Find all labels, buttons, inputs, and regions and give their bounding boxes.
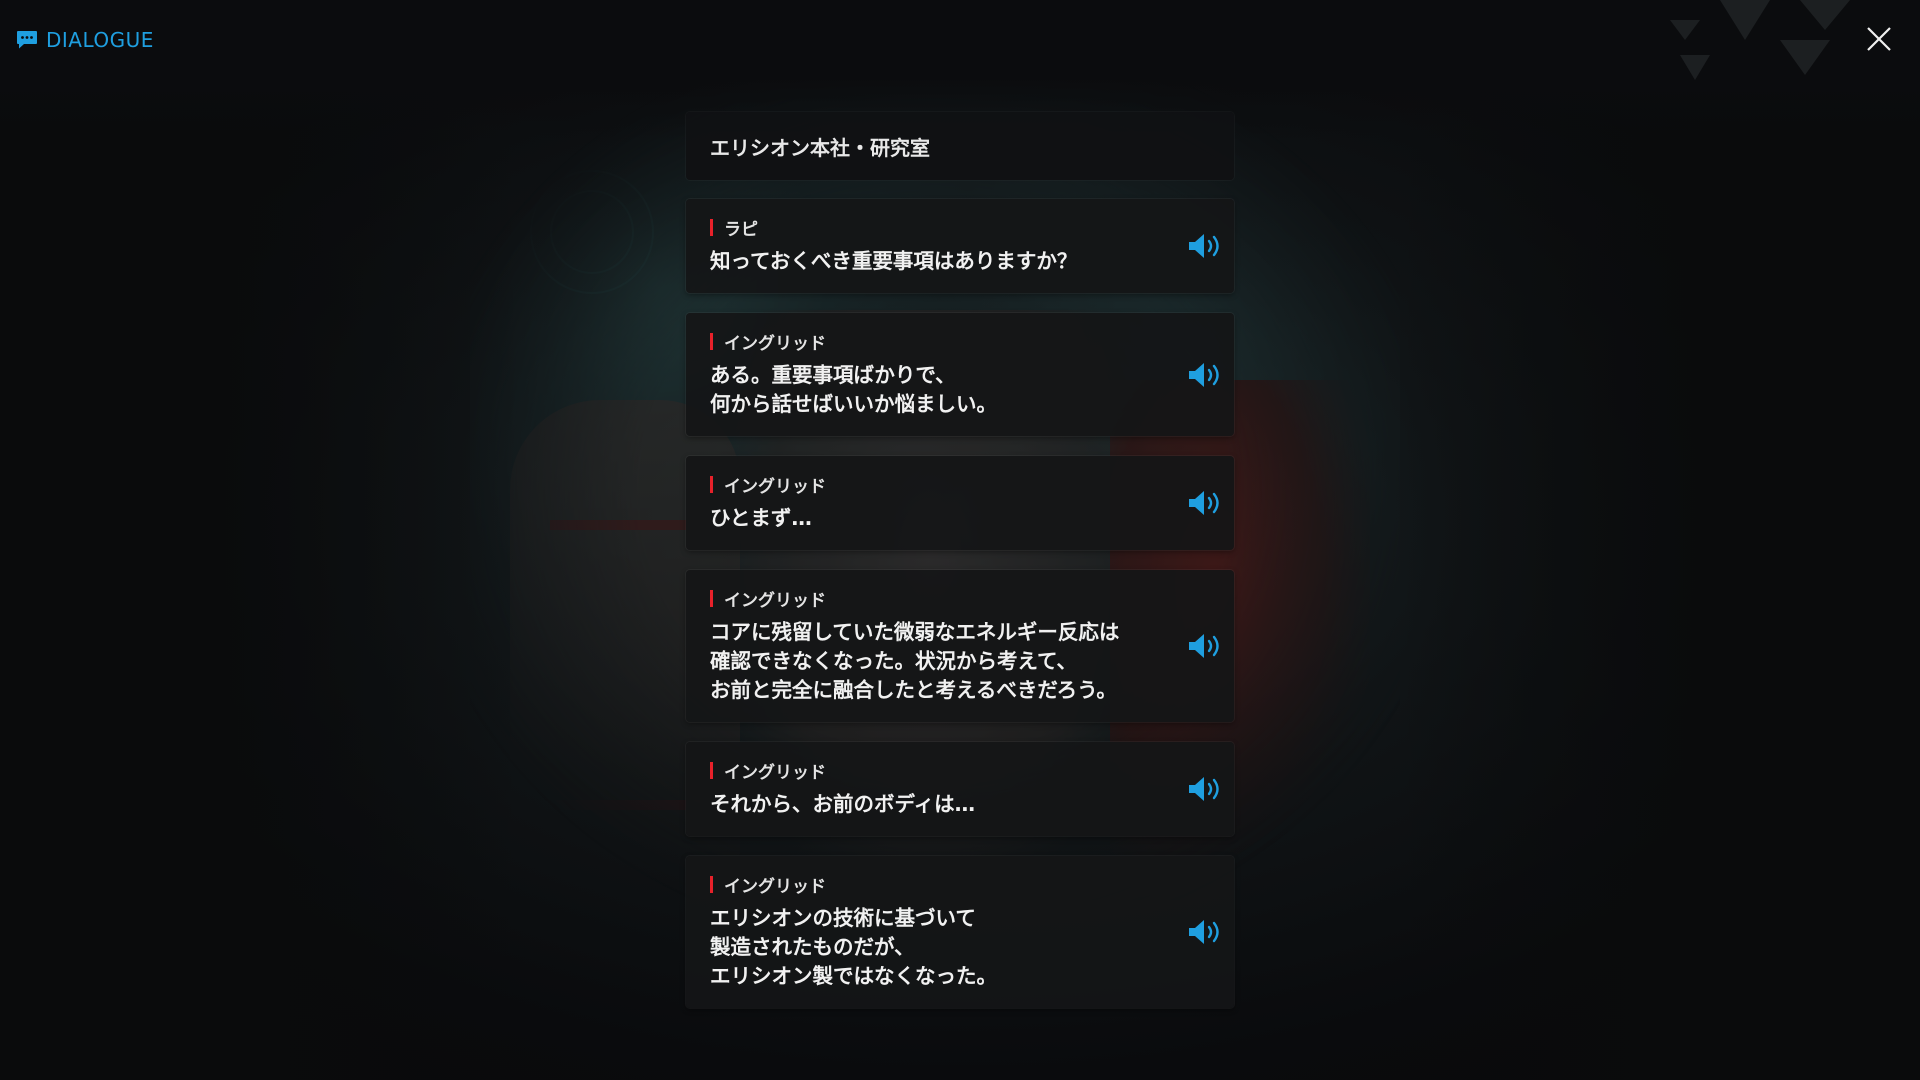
close-icon[interactable] [1864, 24, 1894, 54]
speaker-icon[interactable] [1186, 917, 1224, 947]
speaker-icon[interactable] [1186, 231, 1224, 261]
corner-decoration [1670, 0, 1850, 80]
dialogue-log[interactable]: エリシオン本社・研究室 ラピ 知っておくべき重要事項はありますか？ イングリッド… [686, 112, 1234, 1028]
speaker-name: イングリッド [710, 330, 1154, 354]
speaker-label: イングリッド [724, 333, 826, 354]
dialogue-text: それから、お前のボディは… [710, 792, 976, 816]
speaker-label: イングリッド [724, 476, 826, 497]
speaker-icon[interactable] [1186, 631, 1224, 661]
dialogue-entry: イングリッド エリシオンの技術に基づいて 製造されたものだが、 エリシオン製では… [686, 856, 1234, 1008]
dialogue-entry: イングリッド ある。重要事項ばかりで、 何から話せばいいか悩ましい。 [686, 313, 1234, 436]
speaker-name: イングリッド [710, 473, 1154, 497]
speaker-label: イングリッド [724, 590, 826, 611]
dialogue-entry: ラピ 知っておくべき重要事項はありますか？ [686, 199, 1234, 293]
dialogue-text: ひとまず… [710, 506, 812, 530]
chat-bubble-icon [17, 31, 37, 49]
speaker-name: イングリッド [710, 587, 1154, 611]
dialogue-text: エリシオンの技術に基づいて 製造されたものだが、 エリシオン製ではなくなった。 [710, 906, 997, 988]
dialogue-text: 知っておくべき重要事項はありますか？ [710, 249, 1078, 273]
speaker-name: イングリッド [710, 759, 1154, 783]
speaker-name: イングリッド [710, 873, 1154, 897]
speaker-marker [710, 589, 713, 607]
dialogue-entry: イングリッド ひとまず… [686, 456, 1234, 550]
dialogue-text: コアに残留していた微弱なエネルギー反応は 確認できなくなった。状況から考えて、 … [710, 620, 1120, 702]
speaker-marker [710, 475, 713, 493]
dialogue-text: ある。重要事項ばかりで、 何から話せばいいか悩ましい。 [710, 363, 997, 416]
dialogue-entry: イングリッド それから、お前のボディは… [686, 742, 1234, 836]
speaker-icon[interactable] [1186, 360, 1224, 390]
speaker-marker [710, 218, 713, 236]
speaker-label: ラピ [724, 219, 758, 240]
dialogue-entry: イングリッド コアに残留していた微弱なエネルギー反応は 確認できなくなった。状況… [686, 570, 1234, 722]
dialogue-header: DIALOGUE [16, 28, 154, 52]
speaker-marker [710, 761, 713, 779]
speaker-icon[interactable] [1186, 488, 1224, 518]
speaker-marker [710, 875, 713, 893]
speaker-name: ラピ [710, 216, 1154, 240]
location-label: エリシオン本社・研究室 [710, 135, 930, 160]
speaker-label: イングリッド [724, 876, 826, 897]
location-header: エリシオン本社・研究室 [686, 112, 1234, 180]
speaker-icon[interactable] [1186, 774, 1224, 804]
speaker-label: イングリッド [724, 762, 826, 783]
speaker-marker [710, 332, 713, 350]
page-title: DIALOGUE [46, 28, 154, 52]
dialogue-screen: DIALOGUE エリシオン本社・研究室 ラピ 知っておくべき重要事項はあります… [0, 0, 1920, 1080]
